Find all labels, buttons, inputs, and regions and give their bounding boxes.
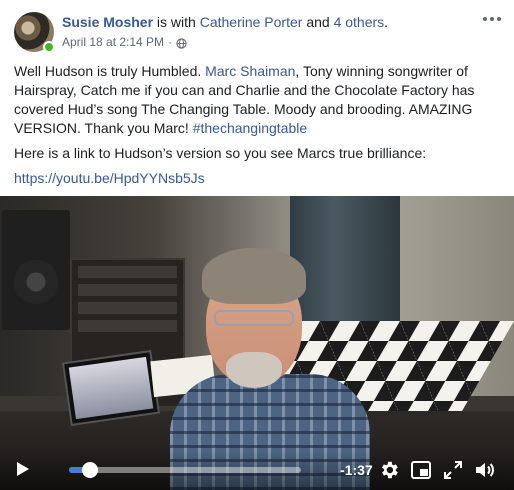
more-dot: [483, 17, 487, 21]
post-meta: April 18 at 2:14 PM ·: [62, 34, 462, 50]
hashtag-link[interactable]: #thechangingtable: [193, 120, 307, 136]
video-controls: -1:37: [0, 450, 514, 490]
volume-icon[interactable]: [474, 459, 496, 481]
speaker-cone: [14, 260, 58, 304]
others-link[interactable]: 4 others: [334, 14, 385, 30]
progress-handle[interactable]: [81, 462, 98, 478]
text-segment: Well Hudson is truly Humbled.: [14, 63, 206, 79]
author-name-link[interactable]: Susie Mosher: [62, 14, 153, 30]
author-avatar[interactable]: [14, 12, 55, 53]
gear-icon[interactable]: [378, 459, 400, 481]
picture-in-picture-icon[interactable]: [410, 459, 432, 481]
youtube-link[interactable]: https://youtu.be/HpdYYNsb5Js: [14, 170, 205, 186]
laptop-screen: [68, 356, 154, 420]
laptop: [61, 350, 161, 426]
rack-unit: [78, 320, 177, 332]
mention-link[interactable]: Marc Shaiman: [205, 63, 295, 79]
and-text: and: [302, 14, 334, 30]
post-paragraph-3: https://youtu.be/HpdYYNsb5Js: [14, 169, 502, 188]
time-remaining: -1:37: [340, 462, 373, 478]
with-text: is with: [153, 14, 200, 30]
timestamp-link[interactable]: April 18 at 2:14 PM: [62, 34, 164, 50]
post-header: Susie Mosher is with Catherine Porter an…: [14, 10, 502, 54]
rack-unit: [78, 284, 177, 296]
rack-unit: [78, 266, 177, 278]
studio-speaker: [2, 210, 70, 330]
fullscreen-icon[interactable]: [442, 459, 464, 481]
header-text: Susie Mosher is with Catherine Porter an…: [62, 13, 462, 50]
period-text: .: [384, 14, 389, 30]
video-frame: [0, 196, 514, 490]
progress-bar[interactable]: [69, 462, 301, 478]
more-dot: [490, 17, 494, 21]
hair: [202, 248, 306, 304]
glasses: [214, 310, 294, 326]
online-status-badge: [43, 41, 55, 53]
more-options-icon[interactable]: [482, 12, 502, 26]
post-body: Well Hudson is truly Humbled. Marc Shaim…: [14, 62, 502, 194]
post-paragraph-1: Well Hudson is truly Humbled. Marc Shaim…: [14, 62, 502, 138]
facebook-post: Susie Mosher is with Catherine Porter an…: [0, 0, 514, 490]
meta-separator: ·: [168, 35, 173, 49]
globe-icon[interactable]: [176, 37, 187, 49]
beard: [226, 352, 282, 388]
play-icon[interactable]: [16, 461, 30, 477]
tagged-person-link[interactable]: Catherine Porter: [200, 14, 303, 30]
post-paragraph-2: Here is a link to Hudson’s version so yo…: [14, 145, 427, 161]
video-player[interactable]: -1:37: [0, 196, 514, 490]
rack-unit: [78, 302, 177, 314]
more-dot: [497, 17, 501, 21]
author-line: Susie Mosher is with Catherine Porter an…: [62, 13, 462, 31]
